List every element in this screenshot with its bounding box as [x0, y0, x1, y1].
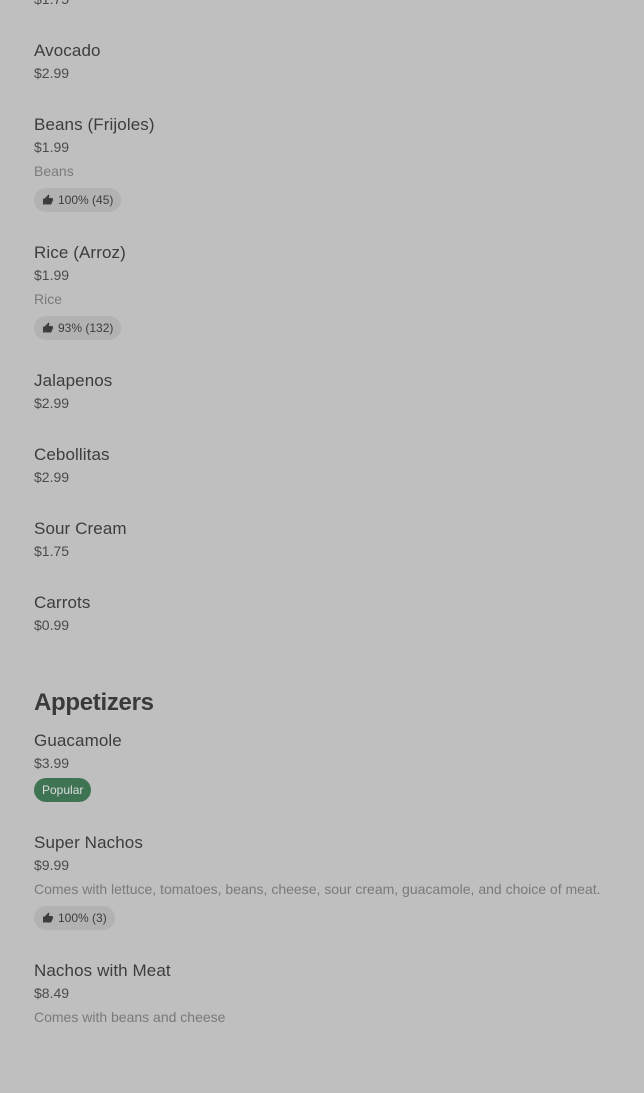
- menu-page: $1.75 Avocado $2.99 Beans (Frijoles) $1.…: [0, 0, 644, 1093]
- item-name: Nachos with Meat: [34, 961, 171, 980]
- item-name: Beans (Frijoles): [34, 115, 155, 134]
- item-name: Super Nachos: [34, 833, 143, 852]
- menu-item-rice[interactable]: Rice (Arroz) $1.99 Rice 93% (132): [34, 242, 644, 340]
- rating-badge: 93% (132): [34, 316, 122, 340]
- item-description: Comes with beans and cheese: [34, 1009, 226, 1025]
- item-price: $2.99: [34, 469, 70, 485]
- partial-item-price: $1.75: [34, 0, 644, 8]
- item-name: Carrots: [34, 593, 91, 612]
- item-description: Rice: [34, 291, 63, 307]
- menu-item-sour-cream[interactable]: Sour Cream $1.75: [34, 518, 644, 560]
- item-price: $9.99: [34, 857, 70, 873]
- menu-item-guacamole[interactable]: Guacamole $3.99 Popular: [34, 730, 644, 802]
- item-name: Avocado: [34, 41, 101, 60]
- menu-item-super-nachos[interactable]: Super Nachos $9.99 Comes with lettuce, t…: [34, 832, 644, 930]
- item-price: $1.75: [34, 543, 70, 559]
- rating-badge: 100% (3): [34, 906, 115, 930]
- rating-text: 100% (3): [58, 911, 107, 925]
- menu-item-carrots[interactable]: Carrots $0.99: [34, 592, 644, 634]
- item-price: $2.99: [34, 395, 70, 411]
- menu-item-jalapenos[interactable]: Jalapenos $2.99: [34, 370, 644, 412]
- item-name: Guacamole: [34, 731, 122, 750]
- item-name: Cebollitas: [34, 445, 110, 464]
- menu-item-cebollitas[interactable]: Cebollitas $2.99: [34, 444, 644, 486]
- item-price: $1.99: [34, 139, 70, 155]
- item-price: $8.49: [34, 985, 70, 1001]
- item-name: Sour Cream: [34, 519, 127, 538]
- section-title-appetizers: Appetizers: [34, 689, 154, 716]
- rating-text: 100% (45): [58, 193, 114, 207]
- menu-item-beans[interactable]: Beans (Frijoles) $1.99 Beans 100% (45): [34, 114, 644, 212]
- item-price: $3.99: [34, 755, 70, 771]
- item-price: $2.99: [34, 65, 70, 81]
- menu-content: $1.75 Avocado $2.99 Beans (Frijoles) $1.…: [34, 0, 644, 1026]
- popular-badge: Popular: [34, 778, 92, 802]
- item-name: Rice (Arroz): [34, 243, 126, 262]
- thumbs-up-icon: [43, 912, 53, 923]
- thumbs-up-icon: [43, 194, 53, 205]
- thumbs-up-icon: [43, 322, 53, 333]
- item-description: Comes with lettuce, tomatoes, beans, che…: [34, 881, 601, 897]
- rating-text: 93% (132): [58, 321, 114, 335]
- rating-badge: 100% (45): [34, 188, 122, 212]
- item-description: Beans: [34, 163, 74, 179]
- item-price: $1.99: [34, 267, 70, 283]
- item-price: $0.99: [34, 617, 70, 633]
- menu-item-nachos-with-meat[interactable]: Nachos with Meat $8.49 Comes with beans …: [34, 960, 644, 1026]
- item-name: Jalapenos: [34, 371, 113, 390]
- menu-item-avocado[interactable]: Avocado $2.99: [34, 40, 644, 82]
